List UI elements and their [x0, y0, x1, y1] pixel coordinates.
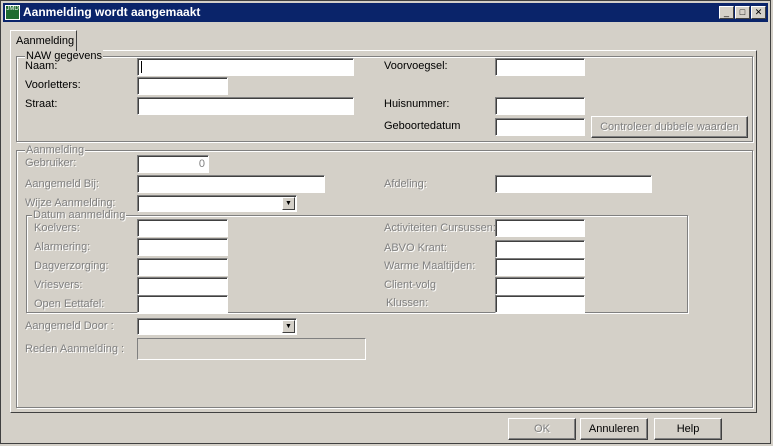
chevron-down-icon[interactable]: ▼: [282, 197, 295, 210]
aangemeld-bij-label: Aangemeld Bij:: [25, 178, 99, 190]
close-button[interactable]: ✕: [751, 6, 766, 19]
client-volg-label: Client-volg: [384, 279, 436, 291]
klussen-input[interactable]: [495, 295, 585, 313]
annuleren-button[interactable]: Annuleren: [580, 418, 648, 440]
window-title: Aanmelding wordt aangemaakt: [23, 5, 201, 19]
straat-input[interactable]: [137, 97, 354, 115]
huisnummer-label: Huisnummer:: [384, 98, 450, 110]
title-bar[interactable]: JMD Aanmelding wordt aangemaakt _ □ ✕: [3, 3, 768, 22]
tab-label: Aanmelding: [16, 35, 75, 47]
client-volg-input[interactable]: [495, 277, 585, 295]
minimize-button[interactable]: _: [719, 6, 734, 19]
reden-aanmelding-label: Reden Aanmelding :: [25, 343, 125, 355]
aangemeld-door-select[interactable]: ▼: [137, 318, 297, 335]
koelvers-label: Koelvers:: [34, 222, 80, 234]
naam-input[interactable]: [137, 58, 354, 76]
koelvers-input[interactable]: [137, 219, 228, 237]
abvo-krant-input[interactable]: [495, 240, 585, 258]
gebruiker-input[interactable]: 0: [137, 155, 209, 173]
maximize-button[interactable]: □: [735, 6, 750, 19]
voorletters-input[interactable]: [137, 77, 228, 95]
app-icon: JMD: [5, 5, 20, 20]
abvo-krant-label: ABVO Krant:: [384, 242, 447, 254]
help-button[interactable]: Help: [654, 418, 722, 440]
wijze-aanmelding-select[interactable]: ▼: [137, 195, 297, 212]
geboortedatum-label: Geboortedatum: [384, 120, 461, 132]
alarmering-input[interactable]: [137, 238, 228, 256]
klussen-label: Klussen:: [386, 297, 429, 309]
aangemeld-door-label: Aangemeld Door :: [25, 320, 114, 332]
datum-aanmelding-legend: Datum aanmelding: [32, 209, 127, 221]
reden-aanmelding-field[interactable]: [137, 338, 366, 360]
chevron-down-icon[interactable]: ▼: [282, 320, 295, 333]
dagverzorging-label: Dagverzorging:: [34, 260, 109, 272]
voorvoegsel-input[interactable]: [495, 58, 585, 76]
controleer-dubbele-waarden-button[interactable]: Controleer dubbele waarden: [591, 116, 748, 138]
dialog-window: JMD Aanmelding wordt aangemaakt _ □ ✕ Aa…: [0, 0, 771, 444]
ok-button[interactable]: OK: [508, 418, 576, 440]
gebruiker-label: Gebruiker:: [25, 157, 77, 169]
aanmelding-legend: Aanmelding: [25, 144, 86, 156]
vriesvers-input[interactable]: [137, 277, 228, 295]
dagverzorging-input[interactable]: [137, 258, 228, 276]
text-caret: [141, 61, 142, 73]
warme-maaltijden-label: Warme Maaltijden:: [384, 260, 476, 272]
datum-aanmelding-group: [26, 215, 688, 313]
tab-aanmelding[interactable]: Aanmelding: [10, 30, 77, 51]
warme-maaltijden-input[interactable]: [495, 258, 585, 276]
aangemeld-bij-input[interactable]: [137, 175, 325, 193]
voorvoegsel-label: Voorvoegsel:: [384, 60, 448, 72]
voorletters-label: Voorletters:: [25, 79, 81, 91]
activiteiten-cursussen-input[interactable]: [495, 219, 585, 237]
afdeling-input[interactable]: [495, 175, 652, 193]
open-eettafel-input[interactable]: [137, 295, 228, 313]
straat-label: Straat:: [25, 98, 58, 110]
alarmering-label: Alarmering:: [34, 241, 91, 253]
afdeling-label: Afdeling:: [384, 178, 427, 190]
geboortedatum-input[interactable]: [495, 118, 585, 136]
activiteiten-cursussen-label: Activiteiten Cursussen:: [384, 222, 496, 234]
open-eettafel-label: Open Eettafel:: [34, 298, 105, 310]
naam-label: Naam:: [25, 60, 58, 72]
huisnummer-input[interactable]: [495, 97, 585, 115]
vriesvers-label: Vriesvers:: [34, 279, 83, 291]
